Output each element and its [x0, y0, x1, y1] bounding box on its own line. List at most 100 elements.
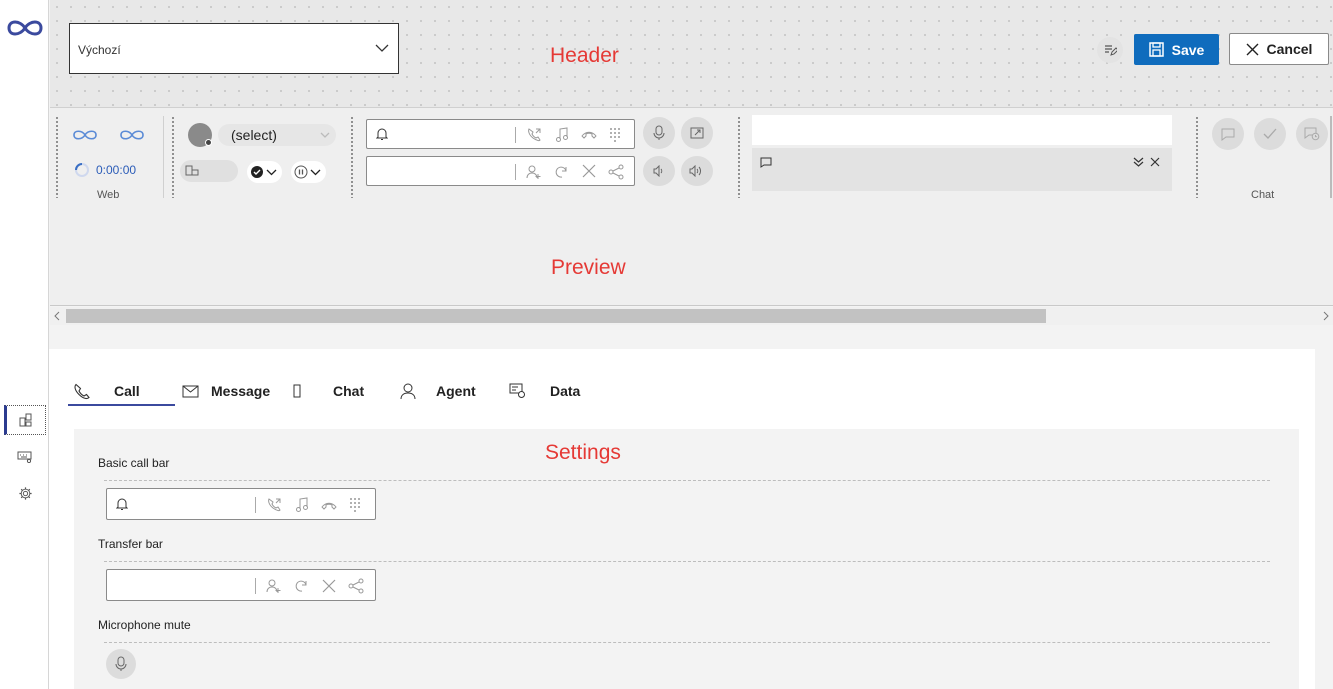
timer-value: 0:00:00 [96, 163, 137, 177]
tab-agent[interactable]: Agent [400, 377, 476, 405]
volume-high-icon [689, 165, 705, 177]
add-person-icon [266, 578, 282, 594]
redo-arrow-icon [554, 164, 570, 180]
bell-icon [116, 497, 128, 511]
save-label: Save [1171, 41, 1205, 58]
microphone-button[interactable] [643, 117, 675, 149]
chat-bubble-icon [1221, 128, 1235, 141]
cancel-label: Cancel [1266, 41, 1313, 57]
pause-status-dropdown[interactable] [291, 161, 326, 183]
preview-annotation: Preview [551, 256, 626, 279]
profile-select[interactable]: Výchozí [69, 23, 399, 74]
music-note-icon [555, 127, 569, 143]
save-button[interactable]: Save [1134, 34, 1219, 65]
phone-icon [73, 383, 90, 400]
tab-call[interactable]: Call [73, 377, 140, 405]
collapse-icon[interactable] [1133, 156, 1144, 168]
presence-dot [205, 139, 212, 146]
chat-history-button[interactable] [1296, 118, 1328, 150]
divider [1330, 116, 1332, 198]
message-input[interactable] [752, 115, 1172, 145]
volume-down-button[interactable] [643, 156, 675, 186]
cancel-button[interactable]: Cancel [1229, 33, 1329, 65]
tab-message[interactable]: Message [182, 377, 270, 405]
chat-clock-icon [1304, 127, 1320, 141]
transfer-bar-setting[interactable] [106, 569, 376, 601]
check-circle-icon [250, 165, 264, 179]
bell-icon [376, 127, 388, 141]
checkmark-icon [1263, 128, 1277, 140]
microphone-icon [653, 125, 665, 141]
hang-up-icon [580, 127, 598, 141]
call-forward-icon [526, 127, 542, 143]
web-label: Web [97, 189, 120, 201]
section-label-transfer-bar: Transfer bar [98, 537, 163, 551]
tab-label: Message [211, 383, 271, 399]
scroll-left-icon[interactable] [53, 311, 60, 321]
drag-grip[interactable] [737, 116, 741, 198]
queue-icon [185, 165, 199, 177]
scrollbar-thumb[interactable] [66, 309, 1046, 323]
tab-chat[interactable]: Chat [293, 377, 364, 405]
rail-keyboard-button[interactable] [4, 442, 46, 472]
divider [104, 561, 1270, 562]
loading-spinner-icon [74, 162, 90, 178]
drag-grip[interactable] [55, 116, 59, 198]
screen-share-button[interactable] [681, 117, 713, 149]
section-label-microphone-mute: Microphone mute [98, 618, 191, 632]
person-icon [400, 383, 416, 400]
message-panel [752, 148, 1172, 191]
chevron-down-icon [310, 169, 321, 176]
volume-up-button[interactable] [681, 156, 713, 186]
tab-label: Agent [436, 383, 476, 399]
speech-bubble-icon [760, 157, 772, 168]
infinity-icon [72, 128, 98, 142]
edit-note-icon [1103, 43, 1117, 57]
redo-arrow-icon [294, 578, 310, 594]
volume-low-icon [653, 165, 665, 177]
section-label-basic-call-bar: Basic call bar [98, 456, 170, 470]
preview-area: 0:00:00 Web (select) Chat Preview [50, 108, 1333, 306]
chevron-down-icon [320, 132, 330, 138]
drag-grip[interactable] [1195, 116, 1199, 198]
microphone-icon [115, 656, 127, 672]
basic-call-bar-setting[interactable] [106, 488, 376, 520]
preview-transfer-bar[interactable] [366, 156, 635, 186]
queue-toggle[interactable] [180, 160, 238, 182]
accept-chat-button[interactable] [1254, 118, 1286, 150]
gear-icon [18, 486, 33, 501]
tab-data[interactable]: Data [509, 377, 580, 405]
chat-label: Chat [1251, 189, 1275, 201]
ready-status-dropdown[interactable] [247, 161, 282, 183]
divider [163, 116, 164, 198]
close-icon [1246, 43, 1259, 56]
tab-label: Chat [333, 383, 365, 399]
dialpad-icon [609, 127, 621, 143]
header-annotation: Header [550, 44, 619, 67]
drag-grip[interactable] [350, 116, 354, 198]
chat-button[interactable] [1212, 118, 1244, 150]
divider [104, 642, 1270, 643]
chat-icon [293, 384, 301, 398]
edit-note-button[interactable] [1097, 37, 1123, 63]
drag-grip[interactable] [171, 116, 175, 198]
rail-layout-button[interactable] [4, 405, 46, 435]
keyboard-icon [17, 451, 33, 463]
rail-settings-button[interactable] [4, 478, 46, 508]
settings-annotation: Settings [545, 441, 621, 464]
share-icon [348, 578, 364, 594]
status-select[interactable]: (select) [218, 124, 336, 146]
microphone-mute-setting[interactable] [106, 649, 136, 679]
header-area: Výchozí Header Save Cancel [50, 0, 1333, 108]
infinity-logo-icon [6, 17, 44, 39]
close-icon [582, 164, 596, 178]
infinity-outline-icon [119, 128, 145, 142]
tab-label: Data [550, 383, 581, 399]
scroll-right-icon[interactable] [1323, 311, 1330, 321]
close-icon[interactable] [1150, 157, 1160, 167]
horizontal-scrollbar[interactable] [50, 307, 1333, 325]
hang-up-icon [320, 498, 338, 512]
profile-select-value: Výchozí [78, 43, 121, 57]
pause-circle-icon [294, 165, 308, 179]
preview-basic-call-bar[interactable] [366, 119, 635, 149]
